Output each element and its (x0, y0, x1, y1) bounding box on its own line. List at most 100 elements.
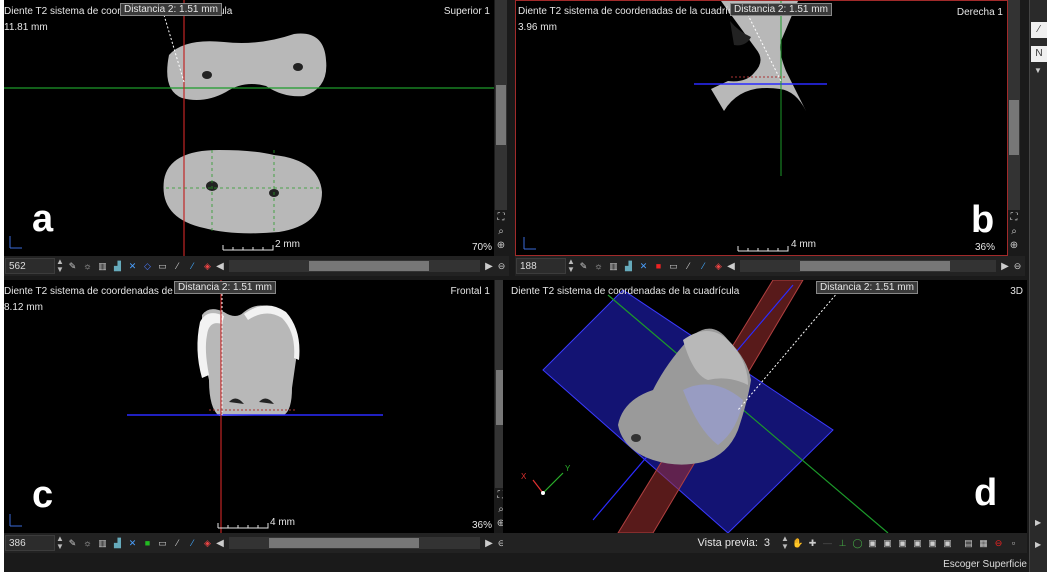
viewport-frontal[interactable]: Diente T2 sistema de coordenadas de la c… (4, 280, 494, 533)
scroll-right-icon[interactable]: ▶ (484, 261, 494, 272)
cube-bottom-icon[interactable]: ▣ (942, 538, 953, 549)
status-bar: Escoger Superficie (503, 553, 1029, 572)
slice-image-superior (4, 0, 494, 256)
measurement-label: Distancia 2: 1.51 mm (174, 281, 276, 294)
axes-icon[interactable]: ⊥ (837, 538, 848, 549)
red-square-icon[interactable]: ■ (653, 261, 664, 272)
sidebar-tool-button[interactable]: ⁄ (1031, 22, 1047, 38)
ruler-icon[interactable]: ▭ (157, 538, 168, 549)
viewport-derecha[interactable]: Diente T2 sistema de coordenadas de la c… (515, 0, 1008, 256)
layout-icon[interactable]: ▤ (963, 538, 974, 549)
pin-icon[interactable]: ✎ (578, 261, 589, 272)
ruler-icon[interactable]: ▭ (157, 261, 168, 272)
angle-icon[interactable]: ⁄ (698, 261, 709, 272)
horizontal-scrollbar[interactable] (229, 260, 480, 272)
scroll-left-icon[interactable]: ◀ (215, 261, 225, 272)
scale-bar (737, 246, 789, 252)
zoom-out-icon[interactable]: ⊖ (496, 261, 507, 272)
slice-number-input[interactable] (5, 535, 55, 551)
scroll-right-icon[interactable]: ▶ (484, 538, 494, 549)
slice-number-input[interactable] (516, 258, 566, 274)
spin-arrows[interactable]: ▲ ▼ (566, 258, 576, 274)
viewport-3d[interactable]: Diente T2 sistema de coordenadas de la c… (503, 280, 1027, 533)
slice-number-input[interactable] (5, 258, 55, 274)
angle-icon[interactable]: ⁄ (187, 261, 198, 272)
zoom-out-icon[interactable]: ⊖ (1012, 261, 1023, 272)
zoom-level: 36% (974, 242, 995, 253)
view-tools: ⛶ ⌕ ⊕ (1008, 212, 1022, 252)
zoom-icon[interactable]: ⌕ (495, 226, 507, 238)
panel-letter: a (32, 198, 54, 240)
pin-icon[interactable]: ✎ (67, 261, 78, 272)
zoom-in-icon[interactable]: ⊕ (1008, 240, 1020, 252)
columns-icon[interactable]: ▥ (97, 261, 108, 272)
viewport-superior[interactable]: Diente T2 sistema de coordenadas de la c… (4, 0, 494, 256)
vertical-scrollbar[interactable] (495, 0, 507, 210)
slice-thickness: 8.12 mm (4, 302, 43, 313)
window-icon[interactable]: ▫ (1008, 538, 1019, 549)
cross-icon[interactable]: ✕ (127, 538, 138, 549)
shape-icon[interactable]: ◯ (852, 538, 863, 549)
slice-image-derecha (523, 1, 827, 252)
cube-back-icon[interactable]: ▣ (882, 538, 893, 549)
zoom-level: 70% (471, 242, 492, 253)
brightness-icon[interactable]: ☼ (82, 538, 93, 549)
pin-icon[interactable]: ✎ (67, 538, 78, 549)
spin-arrows[interactable]: ▲ ▼ (55, 535, 65, 551)
frame-icon[interactable]: ◇ (142, 261, 153, 272)
eraser-icon[interactable]: ◈ (713, 261, 724, 272)
chart-icon[interactable]: ▟ (112, 261, 123, 272)
move-icon[interactable]: ✚ (807, 538, 818, 549)
brightness-icon[interactable]: ☼ (82, 261, 93, 272)
line-icon[interactable]: ⁄ (172, 538, 183, 549)
ruler-icon[interactable]: ▭ (668, 261, 679, 272)
columns-icon[interactable]: ▥ (97, 538, 108, 549)
slice-toolbar-frontal: ▲▼ ✎ ☼ ▥ ▟ ✕ ■ ▭ ⁄ ⁄ ◈ ◀ ▶ ⊖ (4, 533, 509, 553)
vertical-scrollbar[interactable] (1008, 0, 1020, 210)
eraser-icon[interactable]: ◈ (202, 538, 213, 549)
slice-thickness: 3.96 mm (518, 22, 557, 33)
grid-icon[interactable]: ▦ (978, 538, 989, 549)
cross-icon[interactable]: ✕ (638, 261, 649, 272)
green-square-icon[interactable]: ■ (142, 538, 153, 549)
slice-thickness: 11.81 mm (4, 22, 48, 33)
panel-letter: d (974, 472, 998, 514)
spin-arrows[interactable]: ▲ ▼ (780, 535, 790, 551)
horizontal-scrollbar[interactable] (740, 260, 996, 272)
viewport-name: 3D (1010, 286, 1023, 297)
cube-right-icon[interactable]: ▣ (912, 538, 923, 549)
columns-icon[interactable]: ▥ (608, 261, 619, 272)
chart-icon[interactable]: ▟ (623, 261, 634, 272)
sidebar-n-button[interactable]: N (1031, 46, 1047, 62)
line-icon[interactable]: ⁄ (683, 261, 694, 272)
line-icon[interactable]: ⁄ (172, 261, 183, 272)
measurement-label: Distancia 2: 1.51 mm (730, 3, 832, 16)
fit-icon[interactable]: ⛶ (495, 212, 507, 224)
scroll-left-icon[interactable]: ◀ (215, 538, 225, 549)
fit-icon[interactable]: ⛶ (1008, 212, 1020, 224)
cube-left-icon[interactable]: ▣ (897, 538, 908, 549)
scroll-right-icon[interactable]: ▶ (1035, 540, 1041, 549)
chart-icon[interactable]: ▟ (112, 538, 123, 549)
scroll-right-icon[interactable]: ▶ (1035, 518, 1041, 527)
preview-value[interactable]: 3 (764, 537, 770, 549)
zoom-icon[interactable]: ⌕ (1008, 226, 1020, 238)
slice-toolbar-derecha: ▲▼ ✎ ☼ ▥ ▟ ✕ ■ ▭ ⁄ ⁄ ◈ ◀ ▶ ⊖ (515, 256, 1025, 276)
scroll-right-icon[interactable]: ▶ (1000, 261, 1010, 272)
scale-bar-label: 2 mm (275, 239, 300, 250)
cross-icon[interactable]: ✕ (127, 261, 138, 272)
eraser-icon[interactable]: ◈ (202, 261, 213, 272)
angle-icon[interactable]: ⁄ (187, 538, 198, 549)
spin-arrows[interactable]: ▲ ▼ (55, 258, 65, 274)
zoom-in-icon[interactable]: ⊕ (495, 240, 507, 252)
hand-icon[interactable]: ✋ (792, 538, 803, 549)
dropdown-arrow-icon[interactable]: ▼ (1034, 66, 1042, 75)
horizontal-scrollbar[interactable] (229, 537, 480, 549)
stop-icon[interactable]: ⊖ (993, 538, 1004, 549)
cube-front-icon[interactable]: ▣ (867, 538, 878, 549)
viewport-name: Derecha 1 (956, 7, 1003, 18)
brightness-icon[interactable]: ☼ (593, 261, 604, 272)
cube-top-icon[interactable]: ▣ (927, 538, 938, 549)
dash-icon[interactable]: — (822, 538, 833, 549)
scroll-left-icon[interactable]: ◀ (726, 261, 736, 272)
